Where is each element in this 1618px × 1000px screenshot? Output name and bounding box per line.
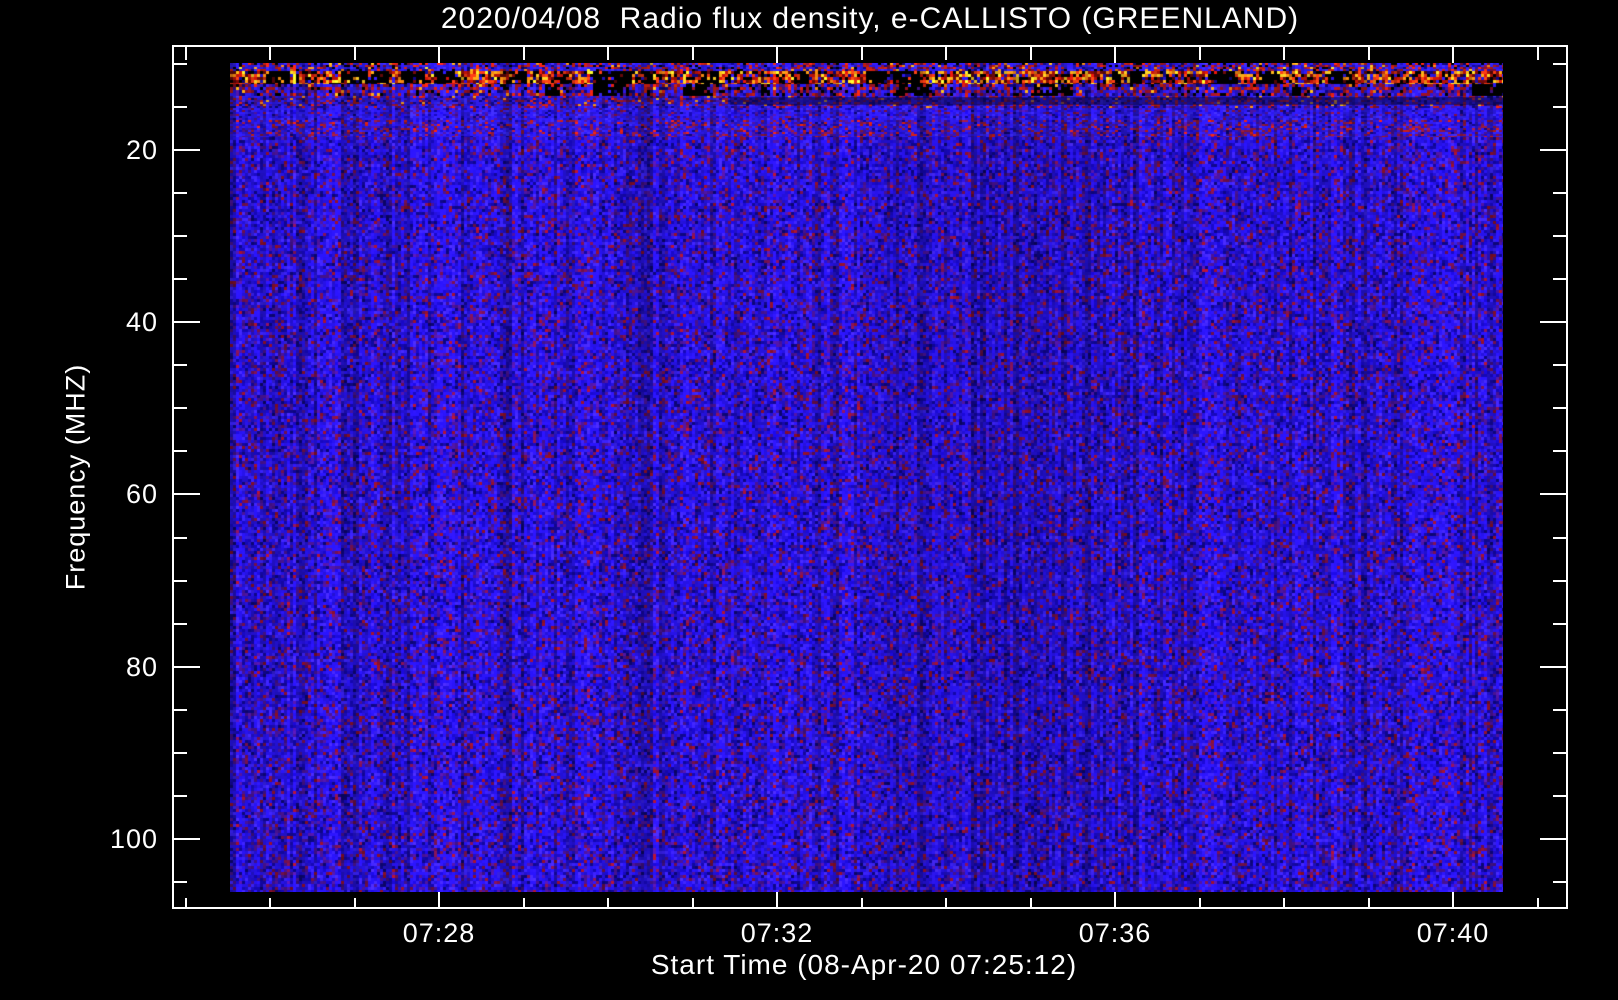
y-minor-tick-right: [1553, 751, 1566, 754]
x-minor-tick: [1283, 898, 1285, 907]
y-minor-tick: [174, 622, 187, 625]
spectrogram-page: 2020/04/08 Radio flux density, e-CALLIST…: [0, 0, 1618, 1000]
y-axis-title: Frequency (MHZ): [60, 363, 91, 591]
y-minor-tick: [174, 278, 187, 281]
x-major-tick: [438, 891, 440, 907]
x-major-tick: [1452, 891, 1454, 907]
x-major-tick: [1114, 891, 1116, 907]
y-minor-tick-right: [1553, 622, 1566, 625]
x-minor-tick-top: [269, 47, 271, 60]
x-tick-label-0732: 07:32: [740, 918, 814, 948]
x-minor-tick-top: [691, 47, 694, 60]
y-minor-tick: [174, 579, 187, 582]
x-minor-tick-top: [1536, 47, 1539, 60]
y-minor-tick: [174, 450, 187, 453]
x-axis-title: Start Time (08-Apr-20 07:25:12): [650, 949, 1078, 980]
y-minor-tick-right: [1553, 407, 1566, 410]
y-minor-tick: [174, 105, 187, 108]
y-major-tick-right: [1540, 149, 1566, 151]
spectrogram-image: [230, 63, 1503, 892]
x-minor-tick: [945, 898, 947, 907]
y-minor-tick-right: [1553, 62, 1566, 65]
x-minor-tick: [269, 898, 271, 907]
x-minor-tick-top: [1029, 47, 1032, 60]
y-minor-tick-right: [1553, 450, 1566, 453]
y-tick-label-80: 80: [125, 652, 158, 682]
x-minor-tick-top: [522, 47, 525, 60]
y-minor-tick-right: [1553, 364, 1566, 367]
x-minor-tick: [1029, 898, 1032, 907]
x-minor-tick-top: [353, 47, 356, 60]
x-tick-label-0740: 07:40: [1416, 918, 1490, 948]
x-minor-tick-top: [945, 47, 947, 60]
x-minor-tick-top: [860, 47, 863, 60]
y-minor-tick: [174, 794, 187, 797]
y-tick-label-60: 60: [125, 479, 158, 509]
x-minor-tick: [1536, 898, 1539, 907]
y-major-tick: [174, 149, 200, 151]
y-major-tick: [174, 493, 200, 496]
y-major-tick-right: [1540, 665, 1566, 668]
x-minor-tick: [1367, 898, 1370, 907]
x-tick-label-0728: 07:28: [402, 918, 476, 948]
chart-title: 2020/04/08 Radio flux density, e-CALLIST…: [440, 2, 1300, 35]
y-tick-label-100: 100: [109, 824, 158, 854]
x-minor-tick: [184, 898, 187, 907]
y-minor-tick: [174, 62, 187, 65]
x-major-tick: [776, 891, 778, 907]
y-minor-tick: [174, 235, 187, 238]
y-minor-tick-right: [1553, 192, 1566, 195]
x-minor-tick: [691, 898, 694, 907]
x-tick-label-0736: 07:36: [1078, 918, 1152, 948]
y-minor-tick-right: [1553, 235, 1566, 238]
y-minor-tick: [174, 536, 187, 539]
x-minor-tick-top: [1198, 47, 1201, 60]
x-minor-tick: [860, 898, 863, 907]
y-minor-tick-right: [1553, 794, 1566, 797]
y-minor-tick-right: [1553, 536, 1566, 539]
y-minor-tick: [174, 751, 187, 754]
y-tick-label-20: 20: [125, 135, 158, 165]
y-minor-tick: [174, 192, 187, 195]
y-major-tick-right: [1540, 837, 1566, 840]
y-minor-tick-right: [1553, 881, 1566, 884]
x-minor-tick: [353, 898, 356, 907]
y-minor-tick: [174, 364, 187, 367]
y-major-tick-right: [1540, 493, 1566, 496]
x-minor-tick-top: [1283, 47, 1285, 60]
x-minor-tick: [522, 898, 525, 907]
y-minor-tick-right: [1553, 579, 1566, 582]
y-major-tick: [174, 321, 200, 324]
y-minor-tick-right: [1553, 278, 1566, 281]
x-minor-tick-top: [1367, 47, 1370, 60]
y-minor-tick: [174, 881, 187, 884]
x-minor-tick-top: [607, 47, 609, 60]
y-major-tick: [174, 665, 200, 668]
y-minor-tick-right: [1553, 708, 1566, 711]
x-minor-tick: [1198, 898, 1201, 907]
x-minor-tick-top: [184, 47, 187, 60]
y-minor-tick-right: [1553, 105, 1566, 108]
y-major-tick: [174, 837, 200, 840]
y-tick-label-40: 40: [125, 307, 158, 337]
y-minor-tick: [174, 708, 187, 711]
x-minor-tick: [607, 898, 609, 907]
y-minor-tick: [174, 407, 187, 410]
y-major-tick-right: [1540, 321, 1566, 324]
